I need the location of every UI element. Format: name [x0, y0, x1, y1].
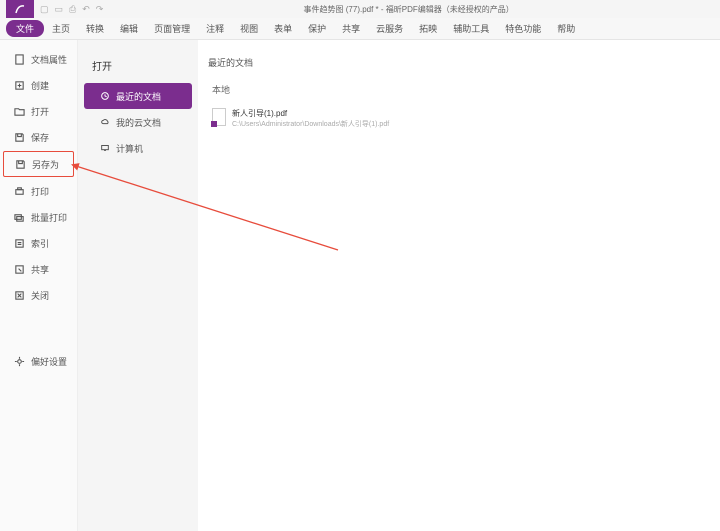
ribbon-tabs: 文件 主页 转换 编辑 页面管理 注释 视图 表单 保护 共享 云服务 拓映 辅…	[0, 18, 720, 40]
sidebar-item-open[interactable]: 打开	[0, 98, 77, 124]
tab-tuoying[interactable]: 拓映	[411, 19, 445, 38]
content-pane: 最近的文档 本地 新人引导(1).pdf C:\Users\Administra…	[198, 40, 720, 531]
tab-file[interactable]: 文件	[6, 20, 44, 37]
qat-print-icon[interactable]: ⎙	[69, 4, 76, 15]
app-logo	[6, 0, 34, 18]
sidebar-item-close[interactable]: 关闭	[0, 282, 77, 308]
tab-form[interactable]: 表单	[266, 19, 300, 38]
tab-view[interactable]: 视图	[232, 19, 266, 38]
file-path: C:\Users\Administrator\Downloads\新人引导(1)…	[232, 119, 389, 129]
tab-comment[interactable]: 注释	[198, 19, 232, 38]
file-menu-sidebar: 文档属性 创建 打开 保存 另存为 打印 批量打印 索引 共享 关闭 偏好设置	[0, 40, 78, 531]
tab-accessibility[interactable]: 辅助工具	[445, 19, 497, 38]
content-subhead: 本地	[208, 83, 710, 96]
open-submenu: 打开 最近的文档 我的云文档 计算机	[78, 40, 198, 531]
qat-redo-icon[interactable]: ↷	[96, 4, 104, 15]
tab-protect[interactable]: 保护	[300, 19, 334, 38]
sidebar-item-preferences[interactable]: 偏好设置	[0, 348, 77, 374]
content-section-title: 最近的文档	[208, 56, 710, 69]
tab-help[interactable]: 帮助	[549, 19, 583, 38]
sidebar-item-save[interactable]: 保存	[0, 124, 77, 150]
qat-open-icon[interactable]: ▭	[55, 4, 64, 15]
submenu-item-recent[interactable]: 最近的文档	[84, 83, 192, 109]
qat-undo-icon[interactable]: ↶	[82, 4, 90, 15]
quick-access-toolbar: ▢ ▭ ⎙ ↶ ↷	[40, 4, 103, 15]
titlebar: ▢ ▭ ⎙ ↶ ↷ 事件趋势图 (77).pdf * - 福昕PDF编辑器（未经…	[0, 0, 720, 18]
window-title: 事件趋势图 (77).pdf * - 福昕PDF编辑器（未经授权的产品）	[103, 4, 714, 15]
sidebar-item-print[interactable]: 打印	[0, 178, 77, 204]
submenu-heading: 打开	[78, 54, 198, 83]
submenu-item-cloud[interactable]: 我的云文档	[84, 109, 192, 135]
qat-save-icon[interactable]: ▢	[40, 4, 49, 15]
tab-convert[interactable]: 转换	[78, 19, 112, 38]
tab-home[interactable]: 主页	[44, 19, 78, 38]
tab-features[interactable]: 特色功能	[497, 19, 549, 38]
recent-file-item[interactable]: 新人引导(1).pdf C:\Users\Administrator\Downl…	[208, 104, 710, 133]
sidebar-item-create[interactable]: 创建	[0, 72, 77, 98]
tab-page[interactable]: 页面管理	[146, 19, 198, 38]
tab-cloud[interactable]: 云服务	[368, 19, 411, 38]
tab-share[interactable]: 共享	[334, 19, 368, 38]
sidebar-item-save-as[interactable]: 另存为	[3, 151, 74, 177]
sidebar-item-share[interactable]: 共享	[0, 256, 77, 282]
file-name: 新人引导(1).pdf	[232, 108, 389, 119]
sidebar-item-properties[interactable]: 文档属性	[0, 46, 77, 72]
pdf-file-icon	[212, 108, 226, 126]
sidebar-item-index[interactable]: 索引	[0, 230, 77, 256]
tab-edit[interactable]: 编辑	[112, 19, 146, 38]
sidebar-item-batch-print[interactable]: 批量打印	[0, 204, 77, 230]
submenu-item-computer[interactable]: 计算机	[84, 135, 192, 161]
